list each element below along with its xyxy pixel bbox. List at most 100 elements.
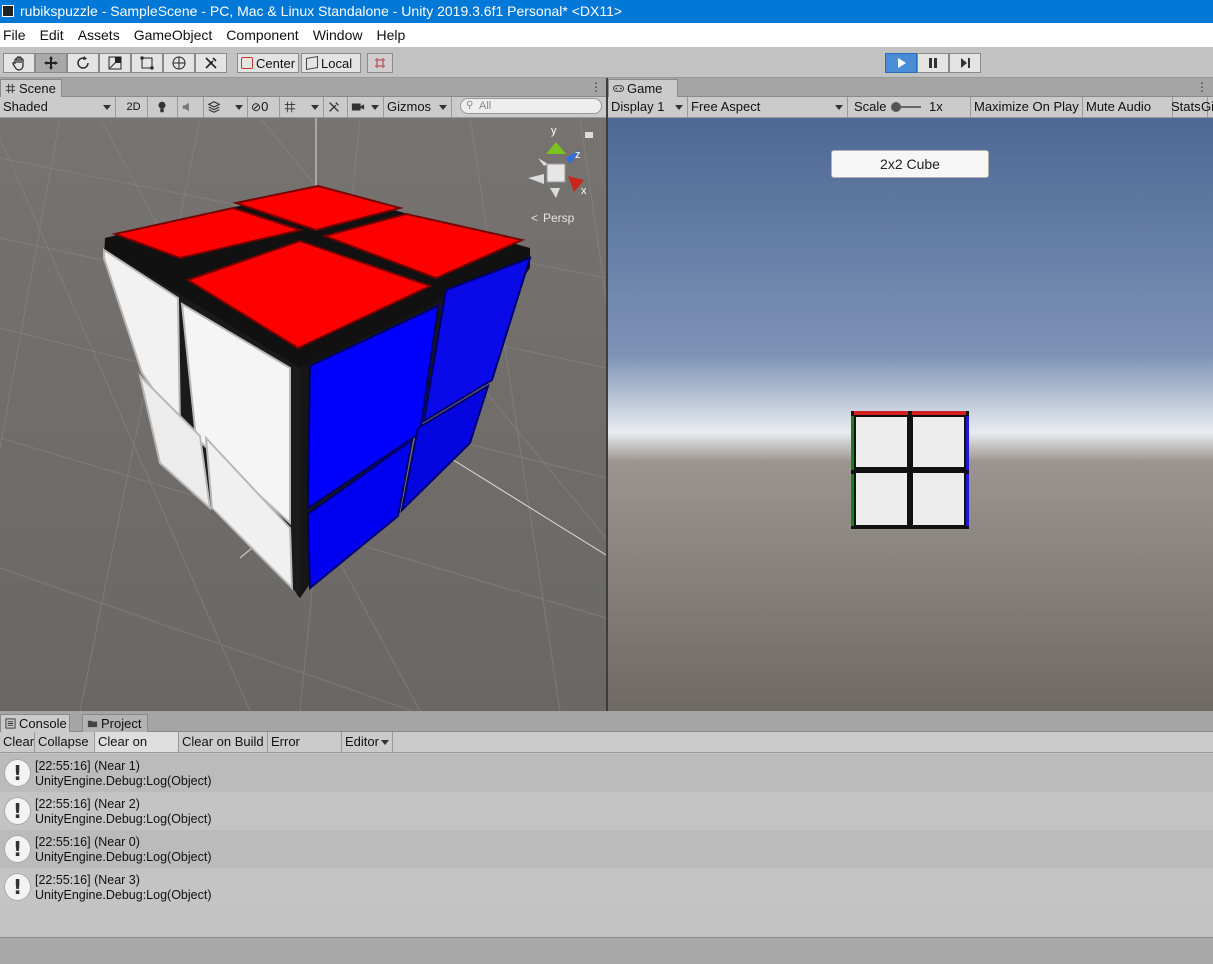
aspect-dropdown[interactable]: Free Aspect: [688, 97, 848, 117]
tab-game[interactable]: Game: [608, 79, 678, 97]
menu-edit[interactable]: Edit: [37, 27, 69, 43]
log-stacktrace: UnityEngine.Debug:Log(Object): [35, 774, 212, 788]
log-entry[interactable]: ! [22:55:16] (Near 3) UnityEngine.Debug:…: [0, 868, 1213, 906]
game-cube-right-edge-1: [966, 416, 969, 470]
menu-assets[interactable]: Assets: [75, 27, 125, 43]
stats-label: Stats: [1171, 99, 1201, 114]
move-arrows-icon: [44, 56, 58, 70]
status-bar: [0, 937, 1213, 964]
game-gizmos-dropdown[interactable]: Gi:: [1198, 97, 1213, 117]
tab-console[interactable]: Console: [0, 714, 70, 732]
window-titlebar: rubikspuzzle - SampleScene - PC, Mac & L…: [0, 0, 1213, 23]
effects-dropdown[interactable]: [204, 97, 248, 117]
collapse-toggle[interactable]: Collapse: [35, 732, 95, 752]
tab-scene-label: Scene: [19, 81, 56, 96]
scale-slider[interactable]: Scale 1x: [851, 97, 971, 117]
scale-tool-button[interactable]: [99, 53, 131, 73]
log-message: [22:55:16] (Near 2): [35, 797, 140, 811]
editor-dropdown[interactable]: Editor: [342, 732, 393, 752]
scale-label: Scale: [854, 99, 887, 114]
step-icon: [961, 58, 970, 68]
camera-dropdown[interactable]: [348, 97, 384, 117]
scale-icon: [108, 56, 122, 70]
gizmos-dropdown[interactable]: Gizmos: [384, 97, 452, 117]
clear-button[interactable]: Clear: [0, 732, 35, 752]
audio-toggle[interactable]: [178, 97, 204, 117]
scene-viewport[interactable]: y z x < Persp: [0, 118, 606, 711]
game-viewport[interactable]: 2x2 Cube: [608, 118, 1213, 711]
search-placeholder: All: [479, 100, 492, 112]
console-list-icon: [5, 718, 16, 729]
game-render: [851, 411, 969, 529]
log-entry[interactable]: ! [22:55:16] (Near 1) UnityEngine.Debug:…: [0, 754, 1213, 792]
custom-tool-button[interactable]: [195, 53, 227, 73]
mute-audio-toggle[interactable]: Mute Audio: [1083, 97, 1173, 117]
game-cube-top-edge-2: [912, 411, 966, 415]
gizmo-y-cone: [546, 142, 566, 154]
speaker-icon: [182, 102, 189, 112]
hidden-objects-toggle[interactable]: ⊘0: [248, 97, 280, 117]
scene-render: y z x < Persp: [0, 118, 606, 711]
menu-component[interactable]: Component: [223, 27, 303, 43]
gizmo-center-cube: [546, 163, 566, 183]
info-exclamation-icon: !: [4, 797, 31, 825]
game-sticker-1: [856, 417, 907, 467]
lock-icon[interactable]: [585, 132, 593, 138]
log-stacktrace: UnityEngine.Debug:Log(Object): [35, 888, 212, 902]
pivot-mode-button[interactable]: Center: [237, 53, 299, 73]
maximize-on-play-toggle[interactable]: Maximize On Play: [971, 97, 1083, 117]
unity-logo-icon: [2, 5, 14, 17]
grid-dropdown[interactable]: [280, 97, 324, 117]
console-toolbar: Clear Collapse Clear on Play Clear on Bu…: [0, 732, 1213, 769]
info-exclamation-icon: !: [4, 759, 31, 787]
move-tool-button[interactable]: [35, 53, 67, 73]
log-entry[interactable]: ! [22:55:16] (Near 0) UnityEngine.Debug:…: [0, 830, 1213, 868]
menu-window[interactable]: Window: [310, 27, 368, 43]
gizmo-z-label: z: [575, 149, 581, 161]
pause-button[interactable]: [917, 53, 949, 73]
snap-settings-button[interactable]: [367, 53, 393, 73]
display-dropdown[interactable]: Display 1: [608, 97, 688, 117]
log-entry[interactable]: ! [22:55:16] (Near 2) UnityEngine.Debug:…: [0, 792, 1213, 830]
rect-tool-button[interactable]: [131, 53, 163, 73]
log-stacktrace: UnityEngine.Debug:Log(Object): [35, 812, 212, 826]
menu-help[interactable]: Help: [373, 27, 410, 43]
clear-on-build-toggle[interactable]: Clear on Build: [179, 732, 268, 752]
log-message: [22:55:16] (Near 1): [35, 759, 140, 773]
scene-search-input[interactable]: ⚲ All: [460, 98, 602, 114]
persp-label[interactable]: Persp: [543, 211, 575, 225]
tab-project[interactable]: Project: [82, 714, 148, 732]
scene-toolbar: Shaded 2D ⊘0 Gizmos ⚲ All: [0, 97, 606, 118]
tools-toggle[interactable]: [324, 97, 348, 117]
transform-tool-button[interactable]: [163, 53, 195, 73]
game-menu-icon[interactable]: ⋮: [1196, 80, 1208, 94]
wrench-icon: [329, 102, 339, 112]
orientation-gizmo[interactable]: y z x: [528, 125, 587, 198]
error-pause-toggle[interactable]: Error Pause: [268, 732, 342, 769]
search-icon: ⚲: [466, 100, 474, 111]
scene-menu-icon[interactable]: ⋮: [590, 80, 602, 94]
tab-scene[interactable]: Scene: [0, 79, 62, 97]
hand-tool-button[interactable]: [3, 53, 35, 73]
info-exclamation-icon: !: [4, 835, 31, 863]
clear-on-play-toggle[interactable]: Clear on Play: [95, 732, 179, 769]
play-button[interactable]: [885, 53, 917, 73]
effects-layers-icon: [207, 101, 221, 113]
rotate-tool-button[interactable]: [67, 53, 99, 73]
menu-gameobject[interactable]: GameObject: [131, 27, 218, 43]
scale-slider-handle[interactable]: [891, 102, 901, 112]
eye-slash-icon: ⊘: [251, 100, 262, 114]
step-button[interactable]: [949, 53, 981, 73]
persp-arrow-icon: <: [531, 211, 538, 225]
menu-file[interactable]: File: [0, 27, 31, 43]
toggle-2d-button[interactable]: 2D: [120, 97, 148, 117]
shading-mode-dropdown[interactable]: Shaded: [0, 97, 116, 117]
scene-grid-icon: [5, 83, 16, 94]
lighting-toggle[interactable]: [152, 97, 178, 117]
pivot-rotation-button[interactable]: Local: [301, 53, 361, 73]
gizmos-label: Gizmos: [387, 99, 432, 114]
rotate-icon: [77, 56, 89, 69]
collapse-label: Collapse: [38, 734, 89, 749]
game-sticker-2: [913, 417, 964, 467]
rect-icon: [140, 56, 154, 70]
